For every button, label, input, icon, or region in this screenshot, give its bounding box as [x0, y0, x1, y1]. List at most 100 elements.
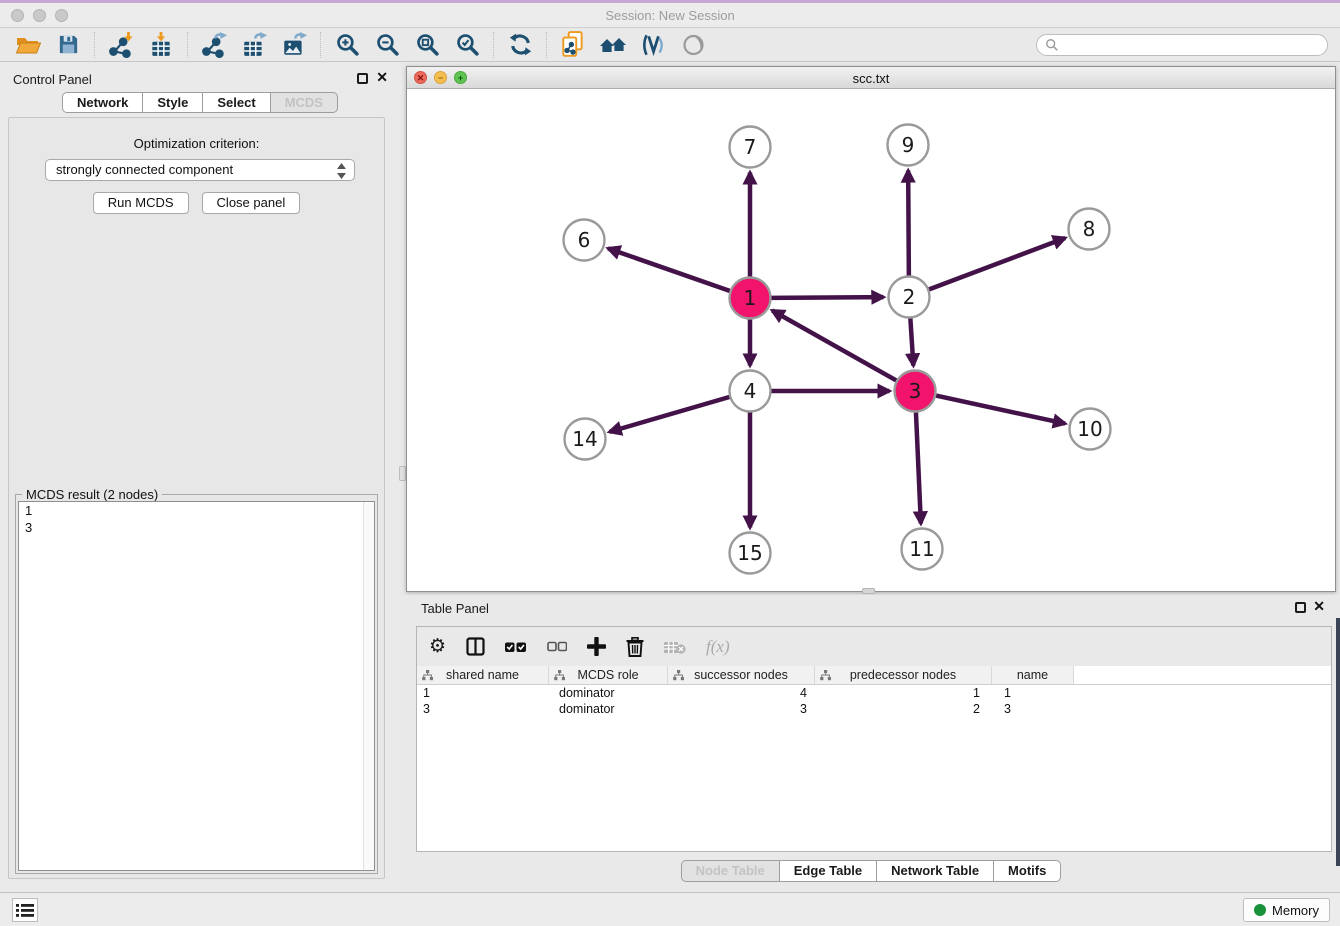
graph-node-label: 2: [903, 285, 916, 309]
export-image-icon[interactable]: [277, 30, 311, 60]
zoom-fit-icon[interactable]: [410, 30, 444, 60]
run-mcds-button[interactable]: Run MCDS: [93, 192, 189, 214]
graph-node-label: 11: [909, 537, 934, 561]
dropdown-stepper-icon: [337, 163, 346, 179]
cell-successor-nodes[interactable]: 3: [668, 701, 815, 717]
column-header-successor-nodes[interactable]: successor nodes: [668, 666, 815, 684]
graph-edge-3-1[interactable]: [772, 311, 896, 381]
network-view-window: ✕ − + scc.txt 7968124314101511: [406, 66, 1336, 592]
graph-edge-2-8[interactable]: [929, 238, 1065, 289]
close-table-panel-icon[interactable]: ✕: [1313, 599, 1325, 613]
float-table-panel-icon[interactable]: [1295, 602, 1306, 613]
tab-style[interactable]: Style: [142, 92, 202, 113]
close-panel-button[interactable]: Close panel: [202, 192, 301, 214]
deselect-all-columns-icon[interactable]: [547, 640, 567, 653]
select-all-columns-icon[interactable]: [505, 640, 527, 654]
graph-edge-3-10[interactable]: [936, 396, 1065, 424]
import-table-icon[interactable]: [144, 30, 178, 60]
graph-edge-4-14[interactable]: [609, 397, 729, 432]
tab-mcds[interactable]: MCDS: [270, 92, 338, 113]
tab-network-table[interactable]: Network Table: [876, 860, 993, 882]
clone-network-icon[interactable]: [556, 30, 590, 60]
column-header-shared-name[interactable]: shared name: [417, 666, 549, 684]
cell-predecessor-nodes[interactable]: 1: [815, 685, 992, 701]
close-panel-icon[interactable]: ✕: [376, 70, 388, 84]
cell-mcds-role[interactable]: dominator: [549, 685, 668, 701]
table-row[interactable]: 3 dominator 3 2 3: [417, 701, 1331, 717]
toolbar-separator: [546, 32, 547, 58]
cell-name[interactable]: 1: [992, 685, 1074, 701]
memory-button[interactable]: Memory: [1243, 898, 1330, 922]
column-header-mcds-role[interactable]: MCDS role: [549, 666, 668, 684]
graph-edge-1-6[interactable]: [608, 248, 730, 290]
refresh-icon[interactable]: [503, 30, 537, 60]
control-panel-title: Control Panel: [13, 72, 92, 87]
node-table-container: ⚙ f(x): [416, 626, 1332, 852]
fx-label: f(x): [706, 637, 730, 657]
table-panel: Table Panel ✕ ⚙ f(x): [406, 595, 1336, 890]
task-history-button[interactable]: [12, 898, 38, 922]
graph-edge-3-11[interactable]: [916, 412, 921, 523]
column-label: name: [1017, 668, 1048, 682]
graph-node-label: 4: [744, 379, 757, 403]
memory-status-dot-icon: [1254, 904, 1266, 916]
tree-icon: [422, 670, 433, 681]
cell-mcds-role[interactable]: dominator: [549, 701, 668, 717]
search-icon: [1045, 38, 1059, 52]
tab-network[interactable]: Network: [62, 92, 142, 113]
result-scrollbar[interactable]: [363, 502, 374, 870]
cell-name[interactable]: 3: [992, 701, 1074, 717]
save-icon[interactable]: [51, 30, 85, 60]
session-title: Session: New Session: [0, 8, 1340, 23]
graph-edge-2-9[interactable]: [908, 170, 909, 275]
graph-edge-1-2[interactable]: [771, 297, 883, 298]
cell-predecessor-nodes[interactable]: 2: [815, 701, 992, 717]
graph-node-label: 10: [1077, 417, 1102, 441]
memory-label: Memory: [1272, 903, 1319, 918]
vertical-splitter-handle[interactable]: [399, 466, 406, 481]
mcds-result-textarea[interactable]: 1 3: [18, 501, 375, 871]
add-row-icon[interactable]: [587, 637, 606, 656]
vizmapper-icon[interactable]: [636, 30, 670, 60]
zoom-in-icon[interactable]: [330, 30, 364, 60]
export-table-icon[interactable]: [237, 30, 271, 60]
optimization-criterion-label: Optimization criterion:: [9, 136, 384, 151]
cell-successor-nodes[interactable]: 4: [668, 685, 815, 701]
tab-select[interactable]: Select: [202, 92, 269, 113]
column-label: shared name: [446, 668, 519, 682]
cell-shared-name[interactable]: 3: [417, 701, 549, 717]
cell-shared-name[interactable]: 1: [417, 685, 549, 701]
optimization-criterion-select[interactable]: strongly connected component: [45, 159, 355, 181]
mcds-result-group: MCDS result (2 nodes) 1 3: [15, 494, 378, 874]
tab-node-table[interactable]: Node Table: [681, 860, 779, 882]
network-window-titlebar[interactable]: ✕ − + scc.txt: [407, 67, 1335, 89]
app-titlebar: Session: New Session: [0, 3, 1340, 28]
column-header-predecessor-nodes[interactable]: predecessor nodes: [815, 666, 992, 684]
graph-node-label: 15: [737, 541, 762, 565]
status-bar: Memory: [0, 892, 1340, 926]
tab-motifs[interactable]: Motifs: [993, 860, 1061, 882]
export-network-icon[interactable]: [197, 30, 231, 60]
horizontal-splitter-handle[interactable]: [862, 588, 875, 594]
network-canvas[interactable]: 7968124314101511: [407, 89, 1335, 591]
tab-edge-table[interactable]: Edge Table: [779, 860, 876, 882]
graph-edge-2-3[interactable]: [910, 318, 913, 365]
show-column-icon[interactable]: [466, 637, 485, 656]
column-header-name[interactable]: name: [992, 666, 1074, 684]
delete-row-icon[interactable]: [626, 637, 644, 657]
table-row[interactable]: 1 dominator 4 1 1: [417, 685, 1331, 701]
search-field: [1036, 34, 1328, 56]
graph-node-label: 8: [1083, 217, 1096, 241]
mcds-panel: Optimization criterion: strongly connect…: [8, 117, 385, 879]
tree-icon: [673, 670, 684, 681]
graph-node-label: 7: [744, 135, 757, 159]
open-folder-icon[interactable]: [11, 30, 45, 60]
table-settings-gear-icon[interactable]: ⚙: [429, 637, 446, 656]
import-network-icon[interactable]: [104, 30, 138, 60]
search-input[interactable]: [1059, 36, 1327, 54]
float-panel-icon[interactable]: [357, 73, 368, 84]
zoom-selected-icon[interactable]: [450, 30, 484, 60]
toolbar-separator: [493, 32, 494, 58]
home-layout-icon[interactable]: [596, 30, 630, 60]
zoom-out-icon[interactable]: [370, 30, 404, 60]
